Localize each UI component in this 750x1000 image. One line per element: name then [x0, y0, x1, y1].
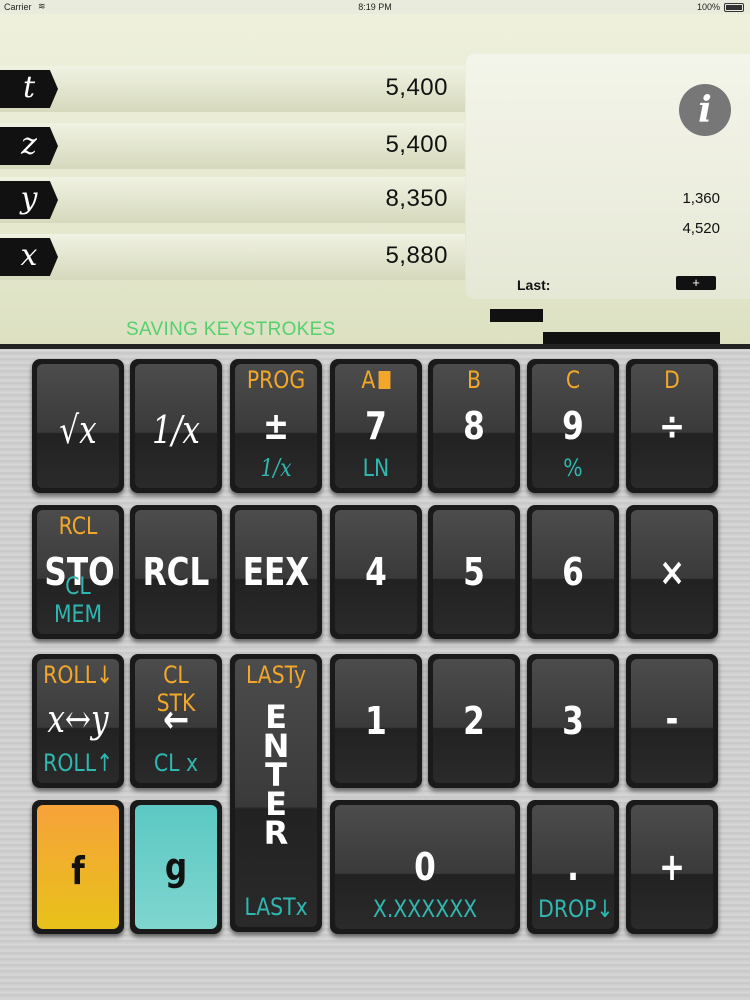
- enter-key[interactable]: LASTy ENTER LASTx: [230, 654, 322, 932]
- key-3[interactable]: 3: [527, 654, 619, 788]
- decimal-key[interactable]: . DROP↓: [527, 800, 619, 934]
- indicator-bar: [490, 309, 543, 322]
- rcl-key[interactable]: RCL: [130, 505, 222, 639]
- backspace-key[interactable]: CL STK ← CL x: [130, 654, 222, 788]
- multiply-key[interactable]: ×: [626, 505, 718, 639]
- sqrt-key[interactable]: √x: [32, 359, 124, 493]
- back-arrow-icon: ←: [162, 697, 190, 741]
- stack-register-y: y 8,350: [0, 177, 465, 223]
- register-tag: z: [0, 127, 58, 165]
- status-bar: Carrier ≋ 8:19 PM 100%: [0, 0, 750, 14]
- register-tag: t: [0, 70, 58, 108]
- chs-key[interactable]: PROG ± 1/x: [230, 359, 322, 493]
- memory-value: 1,360: [682, 190, 720, 207]
- stack-register-z: z 5,400: [0, 123, 465, 169]
- register-value: 5,400: [385, 131, 448, 158]
- register-value: 5,400: [385, 74, 448, 101]
- square-marker-icon: [378, 371, 391, 389]
- stack-register-x: x 5,880: [0, 234, 465, 280]
- memory-value: 4,520: [682, 220, 720, 237]
- subtract-key[interactable]: -: [626, 654, 718, 788]
- clock: 8:19 PM: [358, 2, 392, 12]
- register-value: 8,350: [385, 185, 448, 212]
- add-key[interactable]: +: [626, 800, 718, 934]
- divide-key[interactable]: D ÷: [626, 359, 718, 493]
- g-shift-key[interactable]: g: [130, 800, 222, 934]
- swap-xy-key[interactable]: ROLL↓ x↔y ROLL↑: [32, 654, 124, 788]
- key-2[interactable]: 2: [428, 654, 520, 788]
- key-0[interactable]: 0 X.XXXXXX: [330, 800, 520, 934]
- eex-key[interactable]: EEX: [230, 505, 322, 639]
- calculator-display: t 5,400 z 5,400 y 8,350 x 5,880 i 1,360 …: [0, 14, 750, 346]
- key-6[interactable]: 6: [527, 505, 619, 639]
- key-7[interactable]: A 7 LN: [330, 359, 422, 493]
- key-4[interactable]: 4: [330, 505, 422, 639]
- key-9[interactable]: C 9 %: [527, 359, 619, 493]
- f-shift-key[interactable]: f: [32, 800, 124, 934]
- register-tag: x: [0, 238, 58, 276]
- info-icon[interactable]: i: [679, 84, 731, 136]
- key-8[interactable]: B 8: [428, 359, 520, 493]
- last-op-badge: +: [676, 276, 716, 290]
- sto-key[interactable]: RCL STO CL MEM: [32, 505, 124, 639]
- last-op-label: Last:: [517, 277, 551, 293]
- stack-register-t: t 5,400: [0, 66, 465, 112]
- mode-status-text: SAVING KEYSTROKES: [126, 319, 336, 340]
- reciprocal-key[interactable]: 1/x: [130, 359, 222, 493]
- keypad: √x 1/x PROG ± 1/x A 7 LN B 8 C 9 % D ÷ R…: [0, 349, 750, 1000]
- register-value: 5,880: [385, 242, 448, 269]
- battery-percent: 100%: [696, 2, 720, 12]
- register-tag: y: [0, 181, 58, 219]
- battery-icon: [724, 3, 744, 12]
- key-1[interactable]: 1: [330, 654, 422, 788]
- key-5[interactable]: 5: [428, 505, 520, 639]
